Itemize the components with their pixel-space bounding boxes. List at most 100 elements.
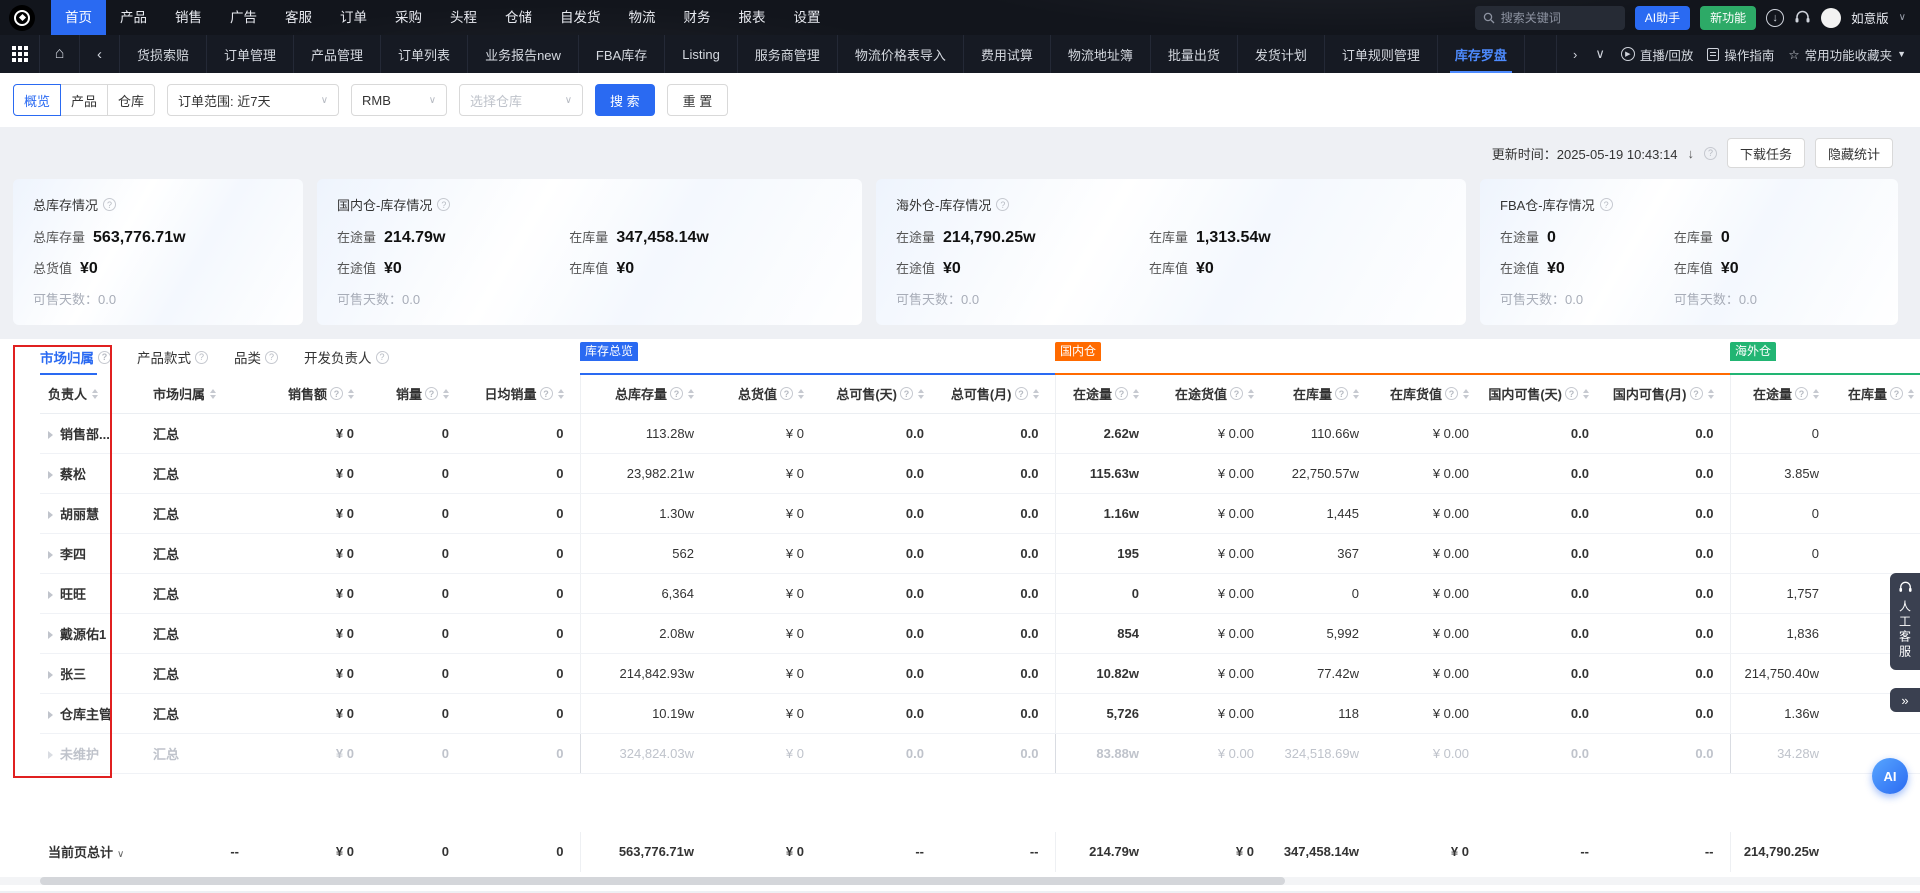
col-header-国内可售(天)[interactable]: 国内可售(天)? [1485, 375, 1605, 413]
nav-item-订单[interactable]: 订单 [326, 0, 381, 35]
col-header-销量[interactable]: 销量? [370, 375, 465, 413]
col-header-日均销量[interactable]: 日均销量? [465, 375, 580, 413]
user-avatar[interactable] [1821, 8, 1841, 28]
nav-item-产品[interactable]: 产品 [106, 0, 161, 35]
expand-caret-icon[interactable] [48, 471, 53, 479]
owner-cell[interactable]: 李四 [40, 533, 145, 573]
view-seg-产品[interactable]: 产品 [60, 84, 108, 116]
sort-icon[interactable] [1908, 389, 1914, 399]
dimension-tab-品类[interactable]: 品类? [234, 339, 278, 375]
nav-item-设置[interactable]: 设置 [780, 0, 835, 35]
dimension-tab-市场归属[interactable]: 市场归属? [40, 339, 111, 375]
sort-icon[interactable] [1248, 389, 1254, 399]
sort-icon[interactable] [558, 389, 564, 399]
col-header-在库量[interactable]: 在库量? [1270, 375, 1375, 413]
nav-item-仓储[interactable]: 仓储 [491, 0, 546, 35]
owner-cell[interactable]: 仓库主管 [40, 693, 145, 733]
workspace-tab-物流价格表导入[interactable]: 物流价格表导入 [838, 35, 964, 73]
scrollbar-thumb[interactable] [40, 877, 1285, 885]
col-header-在库货值[interactable]: 在库货值? [1375, 375, 1485, 413]
view-seg-概览[interactable]: 概览 [13, 84, 61, 116]
workspace-tab-订单规则管理[interactable]: 订单规则管理 [1325, 35, 1438, 73]
workspace-tab-货损索赔[interactable]: 货损索赔 [120, 35, 207, 73]
owner-cell[interactable]: 销售部... [40, 413, 145, 453]
live-replay-button[interactable]: ▶ 直播/回放 [1621, 45, 1693, 64]
sort-icon[interactable] [348, 389, 354, 399]
col-header-总货值[interactable]: 总货值? [710, 375, 820, 413]
download-task-button[interactable]: 下载任务 [1727, 138, 1805, 168]
expand-caret-icon[interactable] [48, 711, 53, 719]
col-header-在途量[interactable]: 在途量? [1055, 375, 1155, 413]
reset-button[interactable]: 重 置 [667, 84, 729, 116]
workspace-tab-发货计划[interactable]: 发货计划 [1238, 35, 1325, 73]
col-header-销售额[interactable]: 销售额? [255, 375, 370, 413]
nav-item-物流[interactable]: 物流 [615, 0, 670, 35]
owner-cell[interactable]: 蔡松 [40, 453, 145, 493]
owner-cell[interactable]: 胡丽慧 [40, 493, 145, 533]
workspace-tab-业务报告new[interactable]: 业务报告new [468, 35, 579, 73]
dimension-tab-产品款式[interactable]: 产品款式? [137, 339, 208, 375]
nav-item-自发货[interactable]: 自发货 [546, 0, 615, 35]
download-arrow-icon[interactable]: ↓ [1687, 146, 1694, 161]
sort-icon[interactable] [92, 389, 98, 399]
col-header-在库量[interactable]: 在库量? [1835, 375, 1920, 413]
search-button[interactable]: 搜 索 [595, 84, 655, 116]
workspace-tab-订单管理[interactable]: 订单管理 [207, 35, 294, 73]
workspace-tab-产品管理[interactable]: 产品管理 [294, 35, 381, 73]
workspace-tab-FBA库存[interactable]: FBA库存 [579, 35, 665, 73]
nav-item-广告[interactable]: 广告 [216, 0, 271, 35]
workspace-tab-订单列表[interactable]: 订单列表 [381, 35, 468, 73]
sort-icon[interactable] [918, 389, 924, 399]
footer-total-label[interactable]: 当前页总计∨ [40, 832, 145, 872]
workspace-tab-费用试算[interactable]: 费用试算 [964, 35, 1051, 73]
workspace-tab-服务商管理[interactable]: 服务商管理 [738, 35, 838, 73]
expand-caret-icon[interactable] [48, 671, 53, 679]
nav-item-销售[interactable]: 销售 [161, 0, 216, 35]
col-header-在途货值[interactable]: 在途货值? [1155, 375, 1270, 413]
workspace-tab-库存罗盘[interactable]: 库存罗盘 [1438, 35, 1525, 73]
hide-stats-button[interactable]: 隐藏统计 [1815, 138, 1893, 168]
expand-caret-icon[interactable] [48, 591, 53, 599]
collapse-button[interactable]: » [1890, 688, 1920, 712]
owner-cell[interactable]: 戴源佑1 [40, 613, 145, 653]
expand-caret-icon[interactable] [48, 511, 53, 519]
workspace-tab-批量出货[interactable]: 批量出货 [1151, 35, 1238, 73]
expand-caret-icon[interactable] [48, 551, 53, 559]
tabs-list-icon[interactable]: ∨ [1593, 46, 1607, 62]
sort-icon[interactable] [1813, 389, 1819, 399]
chevron-down-icon[interactable]: ∨ [1899, 12, 1906, 23]
col-header-在途量[interactable]: 在途量? [1730, 375, 1835, 413]
nav-item-采购[interactable]: 采购 [381, 0, 436, 35]
back-chevron-icon[interactable]: ‹ [80, 35, 120, 73]
expand-caret-icon[interactable] [48, 631, 53, 639]
home-icon[interactable]: ⌂ [40, 35, 80, 73]
expand-caret-icon[interactable] [48, 751, 53, 759]
nav-item-客服[interactable]: 客服 [271, 0, 326, 35]
expand-caret-icon[interactable] [48, 431, 53, 439]
headset-icon[interactable] [1794, 10, 1811, 25]
tabs-scroll-right-icon[interactable]: › [1571, 47, 1579, 62]
sort-icon[interactable] [1583, 389, 1589, 399]
workspace-tab-Listing[interactable]: Listing [665, 35, 738, 73]
nav-item-头程[interactable]: 头程 [436, 0, 491, 35]
new-features-button[interactable]: 新功能 [1700, 6, 1756, 30]
currency-select[interactable]: RMB ∨ [351, 84, 447, 116]
order-range-select[interactable]: 订单范围: 近7天 ∨ [167, 84, 339, 116]
sort-icon[interactable] [443, 389, 449, 399]
ai-assistant-button[interactable]: AI助手 [1635, 6, 1690, 30]
download-icon[interactable]: ↓ [1766, 9, 1784, 27]
guide-button[interactable]: 操作指南 [1707, 45, 1774, 64]
col-header-总可售(月)[interactable]: 总可售(月)? [940, 375, 1055, 413]
sort-icon[interactable] [1133, 389, 1139, 399]
sort-icon[interactable] [1353, 389, 1359, 399]
apps-grid-icon[interactable] [0, 35, 40, 73]
customer-service-button[interactable]: 人工客服 [1890, 573, 1920, 670]
version-label[interactable]: 如意版 [1851, 8, 1889, 27]
col-header-总库存量[interactable]: 总库存量? [580, 375, 710, 413]
col-header-市场归属[interactable]: 市场归属 [145, 375, 255, 413]
horizontal-scrollbar[interactable] [0, 877, 1920, 885]
sort-icon[interactable] [1463, 389, 1469, 399]
sort-icon[interactable] [1033, 389, 1039, 399]
owner-cell[interactable]: 旺旺 [40, 573, 145, 613]
help-icon[interactable]: ? [1704, 147, 1717, 160]
